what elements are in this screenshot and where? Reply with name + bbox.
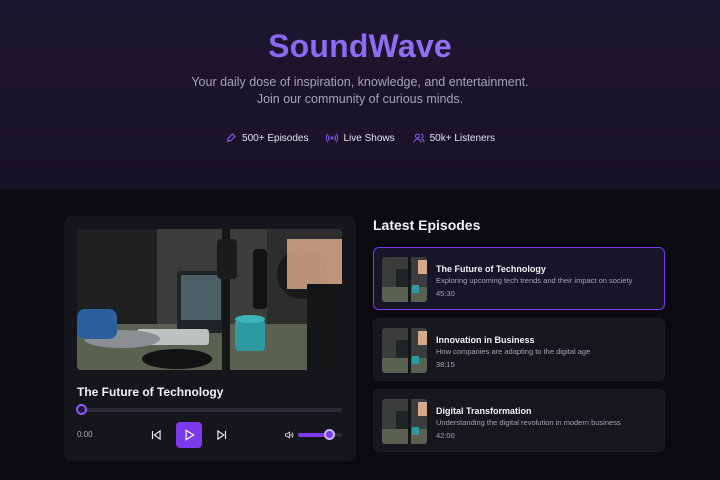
stat-live-label: Live Shows [343, 132, 395, 144]
next-button[interactable] [214, 422, 230, 448]
play-button[interactable] [176, 422, 202, 448]
episode-thumbnail [382, 328, 427, 373]
stat-listeners-label: 50k+ Listeners [429, 132, 495, 144]
episode-card[interactable]: Digital Transformation Understanding the… [373, 389, 665, 452]
brand-title: SoundWave [0, 28, 720, 65]
stat-listeners: 50k+ Listeners [413, 132, 495, 144]
episode-thumbnail [382, 257, 427, 302]
episode-duration: 38:15 [436, 360, 455, 369]
audio-player: The Future of Technology 0:00 [64, 216, 356, 461]
episode-duration: 42:00 [436, 431, 455, 440]
progress-bar[interactable] [76, 404, 342, 415]
hero-section: SoundWave Your daily dose of inspiration… [0, 0, 720, 190]
hero-tagline: Your daily dose of inspiration, knowledg… [191, 75, 529, 106]
episode-card[interactable]: The Future of Technology Exploring upcom… [373, 247, 665, 310]
episode-description: Understanding the digital revolution in … [436, 418, 621, 427]
progress-handle[interactable] [76, 404, 87, 415]
stat-episodes: 500+ Episodes [225, 132, 308, 144]
broadcast-icon [326, 133, 339, 143]
episode-description: Exploring upcoming tech trends and their… [436, 276, 633, 285]
episode-description: How companies are adapting to the digita… [436, 347, 591, 356]
previous-button[interactable] [148, 422, 164, 448]
volume-handle[interactable] [323, 429, 335, 440]
stat-episodes-label: 500+ Episodes [242, 132, 309, 144]
podcast-studio-photo [77, 229, 342, 370]
users-icon [413, 133, 425, 143]
episode-title: Innovation in Business [436, 335, 535, 345]
episode-list: The Future of Technology Exploring upcom… [373, 247, 665, 460]
episode-artwork [77, 229, 342, 370]
skip-forward-icon [217, 429, 227, 441]
stat-live: Live Shows [326, 132, 395, 144]
microphone-icon [226, 133, 236, 143]
now-playing-title: The Future of Technology [77, 385, 224, 399]
episode-title: The Future of Technology [436, 264, 546, 274]
latest-episodes-heading: Latest Episodes [373, 217, 481, 233]
episode-thumbnail [382, 399, 427, 444]
episode-card[interactable]: Innovation in Business How companies are… [373, 318, 665, 381]
volume-slider[interactable] [298, 429, 342, 440]
volume-icon[interactable] [284, 430, 294, 440]
episode-duration: 45:30 [436, 289, 455, 298]
episode-title: Digital Transformation [436, 406, 532, 416]
stats-row: 500+ Episodes Live Shows 50k+ Listeners [0, 132, 720, 144]
skip-back-icon [151, 429, 161, 441]
play-icon [185, 429, 195, 441]
current-time: 0:00 [77, 430, 93, 439]
